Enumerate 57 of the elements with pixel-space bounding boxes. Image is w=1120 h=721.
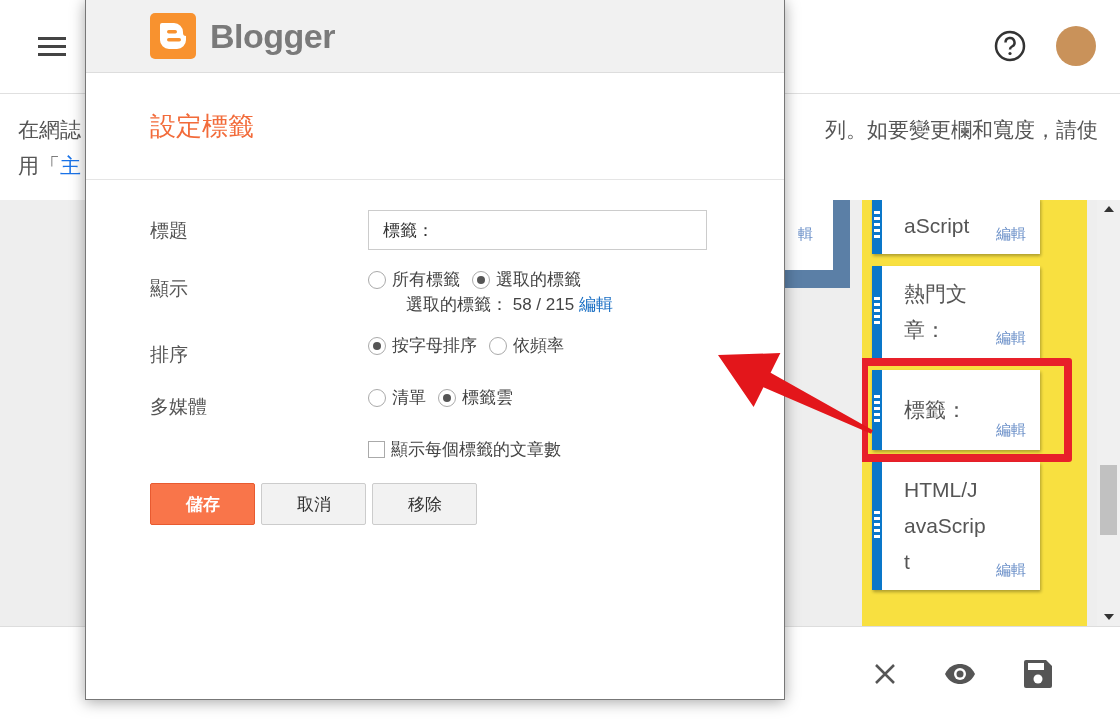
radio-button[interactable] [368,270,386,289]
drag-handle-icon[interactable] [874,510,880,541]
radio-button[interactable] [438,388,456,407]
menu-icon[interactable] [38,36,66,57]
checkbox[interactable] [368,441,385,458]
edit-link[interactable]: 編輯 [578,295,613,314]
blogger-logo-icon [150,13,196,59]
description-text: 在網誌 [18,116,81,143]
edit-link[interactable]: 編輯 [996,420,1026,440]
help-icon[interactable] [994,30,1026,63]
logo-text: Blogger [210,16,335,56]
field-label: 標題 [150,219,189,243]
widget-card[interactable]: HTML/JavaScript 編輯 [872,461,1040,590]
title-input[interactable]: 標籤： [368,210,707,250]
dialog-button[interactable]: 移除 [372,483,477,525]
theme-link[interactable]: 主 [60,153,81,177]
save-button[interactable]: 儲存 [150,483,255,525]
close-icon[interactable] [874,663,896,686]
dialog-button[interactable]: 取消 [261,483,366,525]
radio-button[interactable] [472,270,490,289]
option-label: 所有標籤 [392,269,460,291]
edit-link[interactable]: 編輯 [996,560,1026,580]
widget-card[interactable]: aScript 編輯 [872,199,1040,254]
drag-handle-icon[interactable] [874,210,880,241]
option-label: 清單 [392,387,426,409]
widget-title: aScript [904,212,971,239]
selected-count-text: 選取的標籤： 58 / 215 編輯 [405,294,614,316]
option-label: 依頻率 [513,335,564,357]
edit-link[interactable]: 編輯 [996,224,1026,244]
save-icon[interactable] [1024,660,1052,689]
radio-button[interactable] [368,336,386,355]
drag-handle-icon[interactable] [874,394,880,425]
dialog-title: 設定標籤 [150,109,254,143]
option-label: 按字母排序 [392,335,477,357]
edit-link[interactable]: 輯 [798,225,813,245]
scroll-down-icon[interactable] [1103,614,1114,621]
drag-handle-icon[interactable] [874,296,880,327]
radio-button[interactable] [368,388,386,407]
field-label: 排序 [150,343,189,367]
widget-title: HTML/JavaScript [904,476,987,575]
scroll-up-icon[interactable] [1103,205,1114,212]
scrollbar-thumb[interactable] [1100,464,1117,535]
widget-title: 熱門文章： [904,280,968,343]
edit-link[interactable]: 編輯 [996,328,1026,348]
widget-card[interactable]: 標籤： 編輯 [872,369,1040,450]
checkbox-label: 顯示每個標籤的文章數 [391,439,561,461]
option-label: 標籤雲 [462,387,513,409]
widget-card[interactable]: 熱門文章： 編輯 [872,265,1040,358]
field-label: 多媒體 [150,395,208,419]
description-text: 列。如要變更欄和寬度，請使 [825,116,1098,143]
avatar-icon[interactable] [1056,26,1096,67]
eye-icon[interactable] [944,663,976,686]
widget-title: 標籤： [904,396,968,423]
radio-button[interactable] [489,336,507,355]
field-label: 顯示 [150,277,189,301]
option-label: 選取的標籤 [496,269,581,291]
description-text: 用「主 [18,152,81,179]
